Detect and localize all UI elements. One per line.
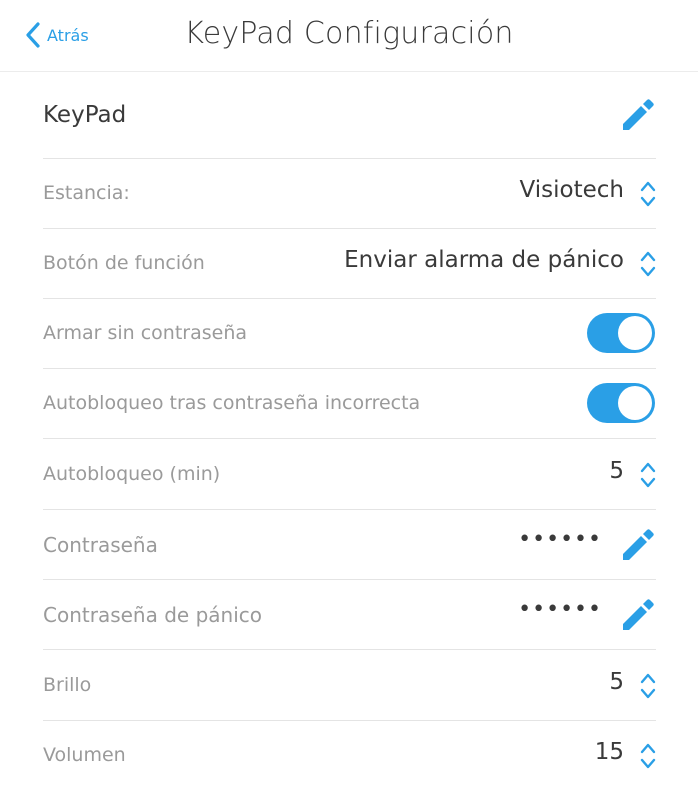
estancia-row[interactable]: Estancia: Visiotech xyxy=(43,159,656,229)
autobloqueo-min-stepper[interactable] xyxy=(640,461,656,489)
boton-funcion-row[interactable]: Botón de función Enviar alarma de pánico xyxy=(43,229,656,299)
autobloqueo-min-label: Autobloqueo (min) xyxy=(43,463,221,485)
chevron-up-down-icon xyxy=(640,181,656,207)
brillo-row[interactable]: Brillo 5 xyxy=(43,651,656,721)
armar-sin-contrasena-toggle[interactable] xyxy=(587,313,655,353)
edit-contrasena-button[interactable] xyxy=(620,527,656,563)
edit-contrasena-panico-button[interactable] xyxy=(620,597,656,633)
brillo-label: Brillo xyxy=(43,674,92,696)
contrasena-row: Contraseña •••••• xyxy=(43,510,656,580)
estancia-stepper[interactable] xyxy=(640,180,656,208)
chevron-up-down-icon xyxy=(640,673,656,699)
contrasena-panico-row: Contraseña de pánico •••••• xyxy=(43,580,656,650)
armar-sin-contrasena-row: Armar sin contraseña xyxy=(43,299,656,369)
boton-funcion-value: Enviar alarma de pánico xyxy=(344,247,624,273)
boton-funcion-label: Botón de función xyxy=(43,252,205,274)
edit-name-button[interactable] xyxy=(620,97,656,133)
armar-sin-contrasena-label: Armar sin contraseña xyxy=(43,322,248,344)
contrasena-panico-masked: •••••• xyxy=(518,597,602,622)
autobloqueo-incorrecta-row: Autobloqueo tras contraseña incorrecta xyxy=(43,369,656,439)
navigation-header: Atrás KeyPad Configuración xyxy=(0,0,698,72)
pencil-icon xyxy=(623,99,654,130)
contrasena-masked: •••••• xyxy=(518,527,602,552)
contrasena-label: Contraseña xyxy=(43,533,158,557)
autobloqueo-min-row[interactable]: Autobloqueo (min) 5 xyxy=(43,440,656,510)
toggle-knob xyxy=(618,386,652,420)
volumen-stepper[interactable] xyxy=(640,742,656,770)
chevron-up-down-icon xyxy=(640,462,656,488)
contrasena-panico-label: Contraseña de pánico xyxy=(43,603,262,627)
estancia-value: Visiotech xyxy=(519,177,624,203)
brillo-value: 5 xyxy=(609,669,624,695)
pencil-icon xyxy=(623,599,654,630)
device-name: KeyPad xyxy=(43,102,127,128)
brillo-stepper[interactable] xyxy=(640,672,656,700)
toggle-knob xyxy=(618,316,652,350)
chevron-up-down-icon xyxy=(640,743,656,769)
volumen-value: 15 xyxy=(594,739,624,765)
volumen-label: Volumen xyxy=(43,744,126,766)
autobloqueo-incorrecta-toggle[interactable] xyxy=(587,383,655,423)
pencil-icon xyxy=(623,529,654,560)
autobloqueo-incorrecta-label: Autobloqueo tras contraseña incorrecta xyxy=(43,392,421,414)
chevron-up-down-icon xyxy=(640,251,656,277)
page-title: KeyPad Configuración xyxy=(184,16,514,51)
device-name-row: KeyPad xyxy=(43,73,656,159)
boton-funcion-stepper[interactable] xyxy=(640,250,656,278)
volumen-row[interactable]: Volumen 15 xyxy=(43,721,656,786)
estancia-label: Estancia: xyxy=(43,182,130,204)
autobloqueo-min-value: 5 xyxy=(609,458,624,484)
